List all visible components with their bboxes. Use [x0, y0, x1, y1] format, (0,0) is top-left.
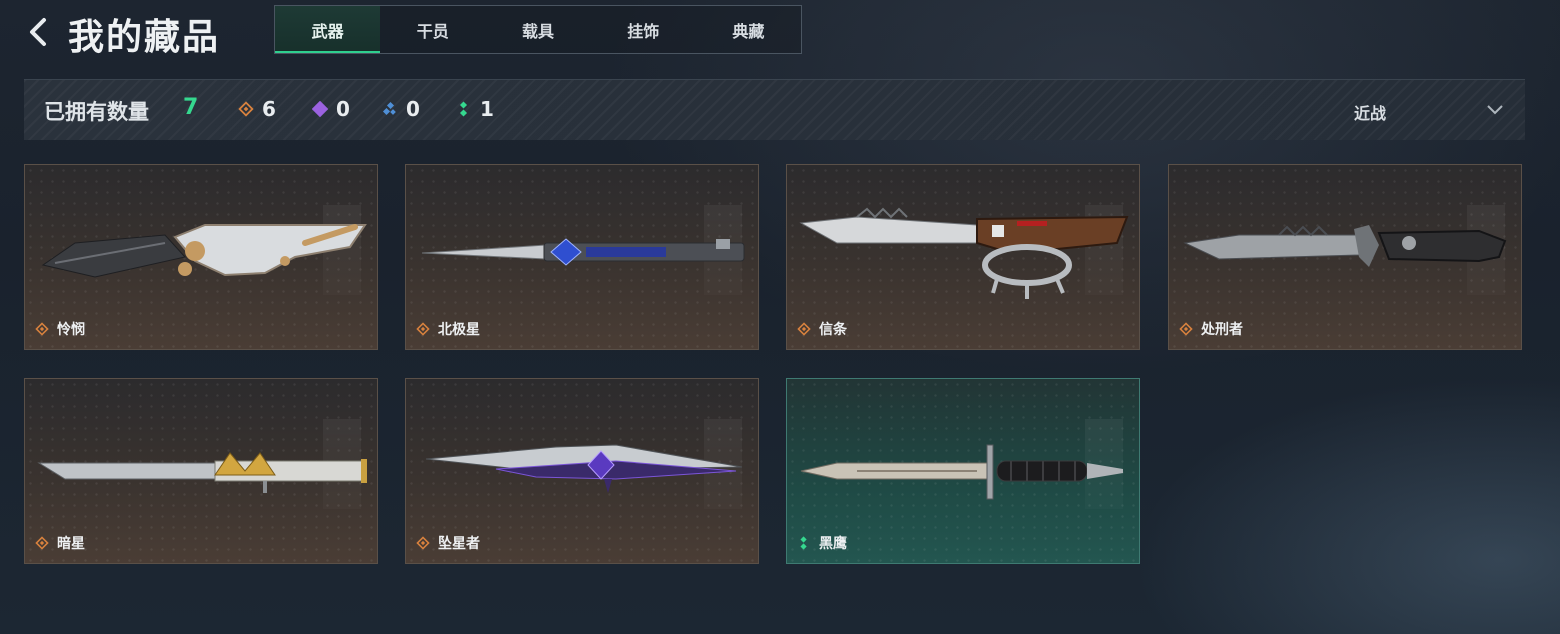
- page-title: 我的藏品: [68, 17, 221, 58]
- chevron-down-icon: [1487, 105, 1503, 115]
- orange-diamond-icon: [35, 536, 49, 550]
- weapon-card[interactable]: 信条: [786, 164, 1140, 350]
- rarity-count-blue: 0: [382, 97, 420, 121]
- rarity-count-value: 1: [480, 97, 494, 121]
- weapon-card[interactable]: 北极星: [405, 164, 759, 350]
- category-tabs: 武器 干员 载具 挂饰 典藏: [274, 5, 802, 54]
- rarity-count-green: 1: [456, 97, 494, 121]
- knife-image: [800, 444, 1123, 500]
- rarity-count-value: 6: [262, 97, 276, 121]
- weapon-name: 暗星: [57, 536, 85, 552]
- back-button[interactable]: [26, 12, 54, 52]
- blue-diamond-icon: [382, 101, 396, 116]
- knife-image: [1183, 225, 1507, 267]
- rarity-count-value: 0: [336, 97, 350, 121]
- tab-charms[interactable]: 挂饰: [591, 6, 696, 53]
- filter-selected-value: 近战: [1354, 104, 1387, 123]
- weapon-name: 信条: [819, 322, 847, 338]
- weapon-name: 坠星者: [438, 536, 480, 552]
- orange-diamond-icon: [416, 536, 430, 550]
- orange-diamond-icon: [416, 322, 430, 336]
- orange-diamond-icon: [1179, 322, 1193, 336]
- tab-collection[interactable]: 典藏: [696, 6, 801, 53]
- weapon-card-selected[interactable]: 黑鹰: [786, 378, 1140, 564]
- weapon-name: 黑鹰: [819, 536, 847, 552]
- weapon-card[interactable]: 坠星者: [405, 378, 759, 564]
- owned-count-label: 已拥有数量: [44, 100, 149, 124]
- knife-image: [37, 452, 367, 493]
- tab-operators[interactable]: 干员: [380, 6, 485, 53]
- knife-image: [41, 224, 367, 278]
- weapon-name: 怜悯: [57, 322, 85, 338]
- chevron-left-icon: [30, 18, 46, 46]
- orange-diamond-icon: [238, 101, 254, 117]
- orange-diamond-icon: [35, 322, 49, 336]
- rarity-count-orange: 6: [238, 97, 276, 121]
- weapon-type-filter[interactable]: 近战: [1352, 90, 1512, 130]
- weapon-card[interactable]: 处刑者: [1168, 164, 1522, 350]
- knife-image: [425, 444, 743, 493]
- weapon-name: 北极星: [438, 322, 480, 338]
- weapon-card[interactable]: 怜悯: [24, 164, 378, 350]
- tab-weapons[interactable]: 武器: [275, 6, 381, 53]
- green-dots-icon: [800, 536, 807, 550]
- knife-image: [799, 207, 1129, 299]
- orange-diamond-icon: [797, 322, 811, 336]
- collection-stats-bar: 已拥有数量 7 6 0 0 1 近战: [24, 79, 1525, 140]
- weapon-card[interactable]: 暗星: [24, 378, 378, 564]
- green-dots-icon: [459, 101, 468, 117]
- tab-vehicles[interactable]: 载具: [485, 6, 590, 53]
- owned-count-value: 7: [183, 95, 199, 120]
- purple-diamond-icon: [312, 101, 328, 117]
- rarity-count-purple: 0: [312, 97, 350, 121]
- knife-image: [421, 238, 745, 266]
- rarity-count-value: 0: [406, 97, 420, 121]
- weapon-name: 处刑者: [1201, 322, 1243, 338]
